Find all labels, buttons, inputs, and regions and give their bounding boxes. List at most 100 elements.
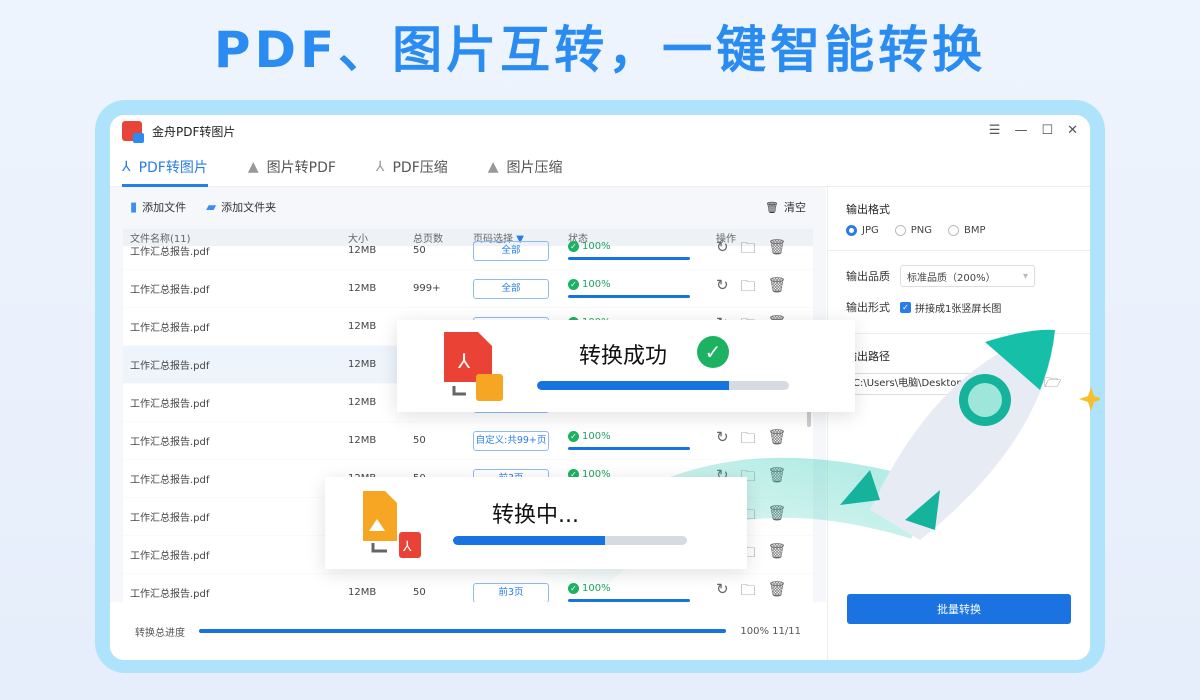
converting-text: 转换中... <box>492 503 579 528</box>
add-folder-button[interactable]: ▰ 添加文件夹 <box>206 199 276 215</box>
stitch-checkbox[interactable]: ✓ 拼接成1张竖屏长图 <box>900 300 1001 315</box>
window-title: 金舟PDF转图片 <box>152 124 236 139</box>
file-pages: 50 <box>413 245 426 256</box>
file-icon: ▮ <box>130 199 138 215</box>
title-bar: 金舟PDF转图片 ☰ — ☐ ✕ <box>110 115 1090 147</box>
stitch-label: 拼接成1张竖屏长图 <box>915 303 1002 315</box>
file-size: 12MB <box>348 245 377 256</box>
table-row[interactable]: 工作汇总报告.pdf 12MB 999+ 全部 ✓ 100% ↻ 🗀 🗑 <box>123 270 813 308</box>
check-circle-icon: ✓ <box>568 241 579 252</box>
app-logo-icon <box>122 121 144 143</box>
minimize-button[interactable]: — <box>1014 123 1027 138</box>
svg-text:⅄: ⅄ <box>402 539 412 555</box>
page-range-button[interactable]: 全部 <box>473 278 549 299</box>
batch-convert-button[interactable]: 批量转换 <box>847 594 1071 624</box>
image-icon: ▲ <box>487 158 499 175</box>
form-label: 输出形式 <box>846 301 890 314</box>
page-range-button[interactable]: 前3页 <box>473 582 549 603</box>
tab-label: 图片压缩 <box>506 159 563 176</box>
svg-text:⅄: ⅄ <box>457 349 471 373</box>
file-name: 工作汇总报告.pdf <box>130 513 210 524</box>
retry-icon[interactable]: ↻ <box>716 580 729 604</box>
table-row[interactable]: 工作汇总报告.pdf 12MB 50 前3页 ✓100% ↻ 🗀 🗑 <box>123 574 813 604</box>
total-progress: 转换总进度 100% 11/11 <box>110 602 826 660</box>
radio-jpg[interactable]: JPG <box>846 225 879 236</box>
tab-label: 图片转PDF <box>266 159 336 176</box>
quality-label: 输出品质 <box>846 270 890 283</box>
path-label: 输出路径 <box>846 350 890 363</box>
converting-progress-bar <box>453 536 687 545</box>
folder-open-icon[interactable]: 🗁 <box>1044 372 1061 396</box>
file-name: 工作汇总报告.pdf <box>130 285 210 296</box>
open-folder-icon[interactable]: 🗀 <box>741 580 756 604</box>
progress-label: 转换总进度 <box>135 627 185 639</box>
table-row[interactable]: 工作汇总报告.pdf 12MB 50 自定义:共99+页 ✓ 100% ↻ 🗀 🗑 <box>123 422 813 460</box>
radio-bmp[interactable]: BMP <box>948 225 986 236</box>
trash-icon: 🗑 <box>765 200 779 214</box>
delete-icon[interactable]: 🗑 <box>768 276 787 301</box>
retry-icon[interactable]: ↻ <box>716 238 729 263</box>
retry-icon[interactable]: ↻ <box>716 276 729 301</box>
tab-image-compress[interactable]: ▲ 图片压缩 <box>488 147 563 187</box>
row-progress-bar <box>568 295 690 298</box>
folder-icon: ▰ <box>206 199 217 215</box>
delete-icon[interactable]: 🗑 <box>768 428 787 453</box>
settings-panel: 输出格式 JPG PNG BMP 输出品质 标准品质（200%） ▾ 输出形式 ✓… <box>827 187 1090 660</box>
file-name: 工作汇总报告.pdf <box>130 323 210 334</box>
open-folder-icon[interactable]: 🗀 <box>741 238 756 263</box>
quality-select[interactable]: 标准品质（200%） ▾ <box>900 265 1035 287</box>
delete-icon[interactable]: 🗑 <box>768 504 787 529</box>
status-text: 100% <box>582 583 611 594</box>
status-text: 100% <box>582 279 611 290</box>
delete-icon[interactable]: 🗑 <box>768 466 787 491</box>
page-range-button[interactable]: 全部 <box>473 240 549 261</box>
file-pages: 999+ <box>413 283 441 294</box>
chevron-down-icon: ▾ <box>1022 270 1028 282</box>
file-name: 工作汇总报告.pdf <box>130 247 210 258</box>
tab-image-to-pdf[interactable]: ▲ 图片转PDF <box>248 147 336 187</box>
total-progress-bar <box>199 629 727 633</box>
converting-popup: ⅄ 转换中... <box>325 477 747 569</box>
page-range-button[interactable]: 自定义:共99+页 <box>473 430 549 451</box>
add-folder-label: 添加文件夹 <box>221 201 277 214</box>
pdf-icon: ⅄ <box>375 158 385 175</box>
status-text: 100% <box>582 241 611 252</box>
pdf-icon: ⅄ <box>122 158 131 175</box>
open-folder-icon[interactable]: 🗀 <box>741 428 756 453</box>
open-folder-icon[interactable]: 🗀 <box>741 276 756 301</box>
tab-pdf-compress[interactable]: ⅄ PDF压缩 <box>376 147 448 187</box>
maximize-button[interactable]: ☐ <box>1041 123 1053 138</box>
tab-pdf-to-image[interactable]: ⅄ PDF转图片 <box>122 147 208 187</box>
retry-icon[interactable]: ↻ <box>716 428 729 453</box>
headline: PDF、图片互转，一键智能转换 <box>213 21 987 79</box>
file-size: 12MB <box>348 283 377 294</box>
success-check-icon: ✓ <box>697 336 729 368</box>
delete-icon[interactable]: 🗑 <box>768 542 787 567</box>
radio-label: BMP <box>964 225 986 236</box>
delete-icon[interactable]: 🗑 <box>768 238 787 263</box>
tab-label: PDF压缩 <box>392 159 448 176</box>
add-file-button[interactable]: ▮ 添加文件 <box>130 199 186 215</box>
radio-label: JPG <box>862 225 879 236</box>
delete-icon[interactable]: 🗑 <box>768 580 787 604</box>
tab-label: PDF转图片 <box>138 159 208 176</box>
file-name: 工作汇总报告.pdf <box>130 437 210 448</box>
file-name: 工作汇总报告.pdf <box>130 361 210 372</box>
check-circle-icon: ✓ <box>568 583 579 594</box>
file-size: 12MB <box>348 435 377 446</box>
image-to-pdf-icon: ⅄ <box>363 491 421 558</box>
tab-bar: ⅄ PDF转图片 ▲ 图片转PDF ⅄ PDF压缩 ▲ 图片压缩 <box>110 147 1090 187</box>
pdf-to-image-icon: ⅄ <box>444 332 503 401</box>
menu-button[interactable]: ☰ <box>989 123 1001 138</box>
header-size: 大小 <box>348 234 368 245</box>
file-pages: 50 <box>413 435 426 446</box>
path-input[interactable]: C:\Users\电脑\Desktop <box>846 373 1036 395</box>
close-button[interactable]: ✕ <box>1067 123 1078 138</box>
file-panel: ▮ 添加文件 ▰ 添加文件夹 🗑 清空 文件名称(11) 大小 总页数 页码选择 ▼ … <box>110 187 826 660</box>
radio-png[interactable]: PNG <box>894 225 932 236</box>
row-progress-bar <box>568 257 690 260</box>
quality-value: 标准品质（200%） <box>907 272 996 284</box>
check-icon: ✓ <box>900 301 911 313</box>
file-name: 工作汇总报告.pdf <box>130 399 210 410</box>
clear-button[interactable]: 🗑 清空 <box>765 199 806 215</box>
